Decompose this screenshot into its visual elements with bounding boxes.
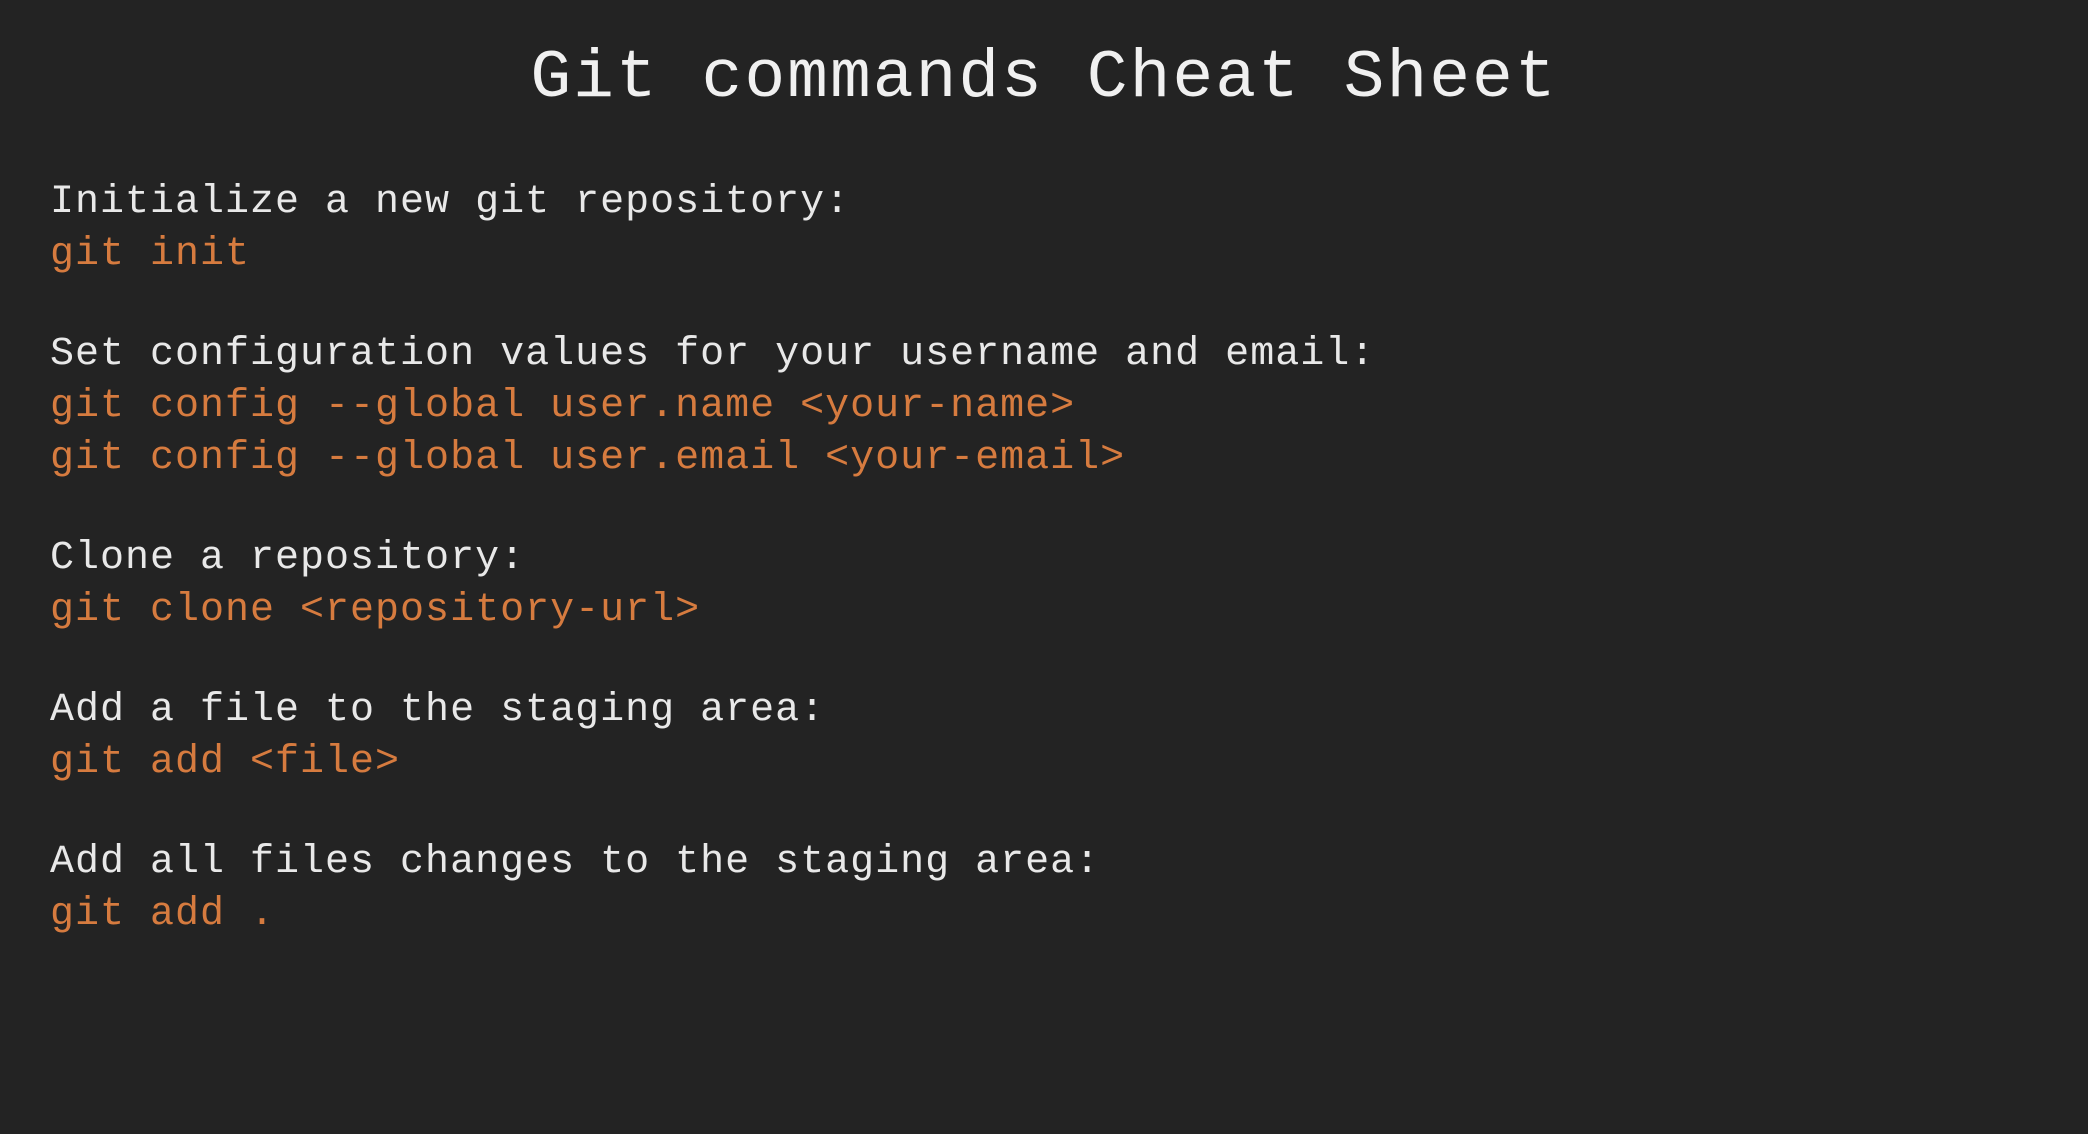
command-description: Clone a repository:: [50, 533, 2038, 585]
command-text: git config --global user.name <your-name…: [50, 381, 2038, 433]
command-section: Initialize a new git repository: git ini…: [50, 177, 2038, 281]
command-description: Initialize a new git repository:: [50, 177, 2038, 229]
command-section: Add a file to the staging area: git add …: [50, 685, 2038, 789]
command-text: git add <file>: [50, 737, 2038, 789]
command-description: Set configuration values for your userna…: [50, 329, 2038, 381]
command-section: Clone a repository: git clone <repositor…: [50, 533, 2038, 637]
command-text: git add .: [50, 889, 2038, 941]
command-text: git config --global user.email <your-ema…: [50, 433, 2038, 485]
command-text: git init: [50, 229, 2038, 281]
cheat-sheet-container: Git commands Cheat Sheet Initialize a ne…: [0, 0, 2088, 1029]
page-title: Git commands Cheat Sheet: [50, 40, 2038, 117]
command-description: Add a file to the staging area:: [50, 685, 2038, 737]
command-section: Set configuration values for your userna…: [50, 329, 2038, 485]
command-section: Add all files changes to the staging are…: [50, 837, 2038, 941]
command-text: git clone <repository-url>: [50, 585, 2038, 637]
command-description: Add all files changes to the staging are…: [50, 837, 2038, 889]
